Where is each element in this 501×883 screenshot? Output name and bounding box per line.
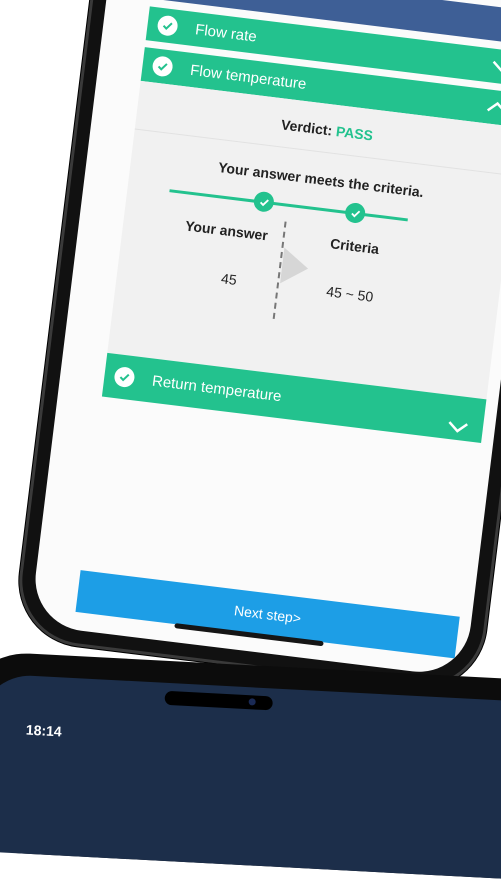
- verdict-value: PASS: [335, 123, 374, 144]
- phone-frame: Power Flow rate Flow temperature Verdict…: [11, 0, 501, 696]
- progress-line: [363, 213, 408, 222]
- arrow-right-icon: [280, 247, 311, 287]
- check-circle-icon: [113, 365, 136, 389]
- chevron-down-icon[interactable]: [490, 59, 501, 76]
- check-circle-icon: [344, 201, 367, 225]
- result-panel: Verdict: PASS Your answer meets the crit…: [107, 80, 501, 400]
- chevron-up-icon[interactable]: [485, 99, 501, 116]
- check-circle-icon: [252, 190, 276, 213]
- criteria-label: Criteria: [329, 235, 380, 258]
- next-step-button[interactable]: Next step>: [75, 570, 460, 659]
- check-circle-icon: [151, 55, 174, 78]
- criteria-value: 45 ~ 50: [325, 283, 375, 305]
- your-answer-label: Your answer: [184, 217, 269, 244]
- check-circle-icon: [156, 14, 179, 37]
- second-phone-frame: 18:14: [0, 650, 501, 883]
- progress-line: [169, 189, 260, 204]
- phone-screen: Power Flow rate Flow temperature Verdict…: [29, 0, 501, 678]
- verdict-label: Verdict:: [280, 116, 334, 139]
- notch: [164, 690, 273, 711]
- second-phone-screen: 18:14: [0, 673, 501, 883]
- result-message: Your answer meets the criteria.: [217, 159, 425, 201]
- progress-line: [272, 201, 351, 215]
- chevron-down-icon[interactable]: [446, 419, 470, 436]
- your-answer-value: 45: [220, 270, 238, 288]
- status-time: 18:14: [25, 721, 63, 740]
